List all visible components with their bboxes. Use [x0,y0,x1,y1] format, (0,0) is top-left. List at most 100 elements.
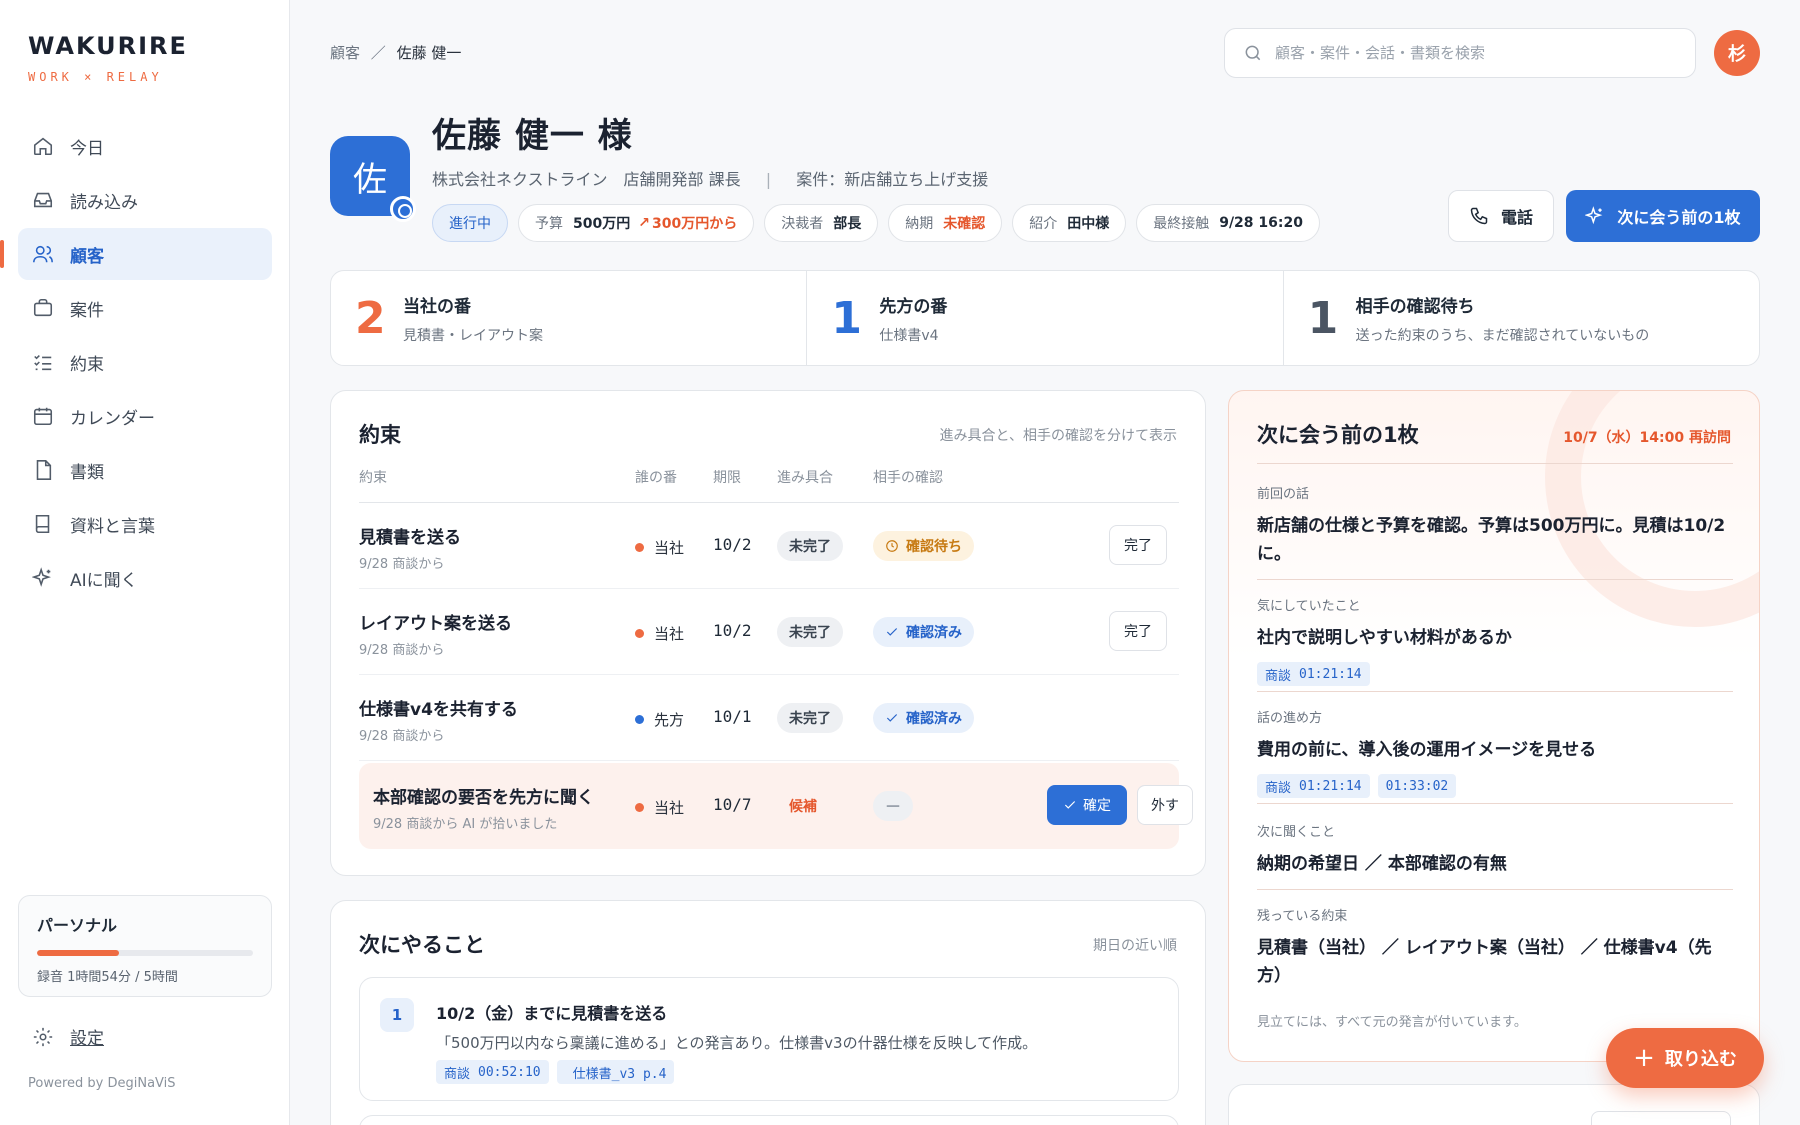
promise-who: 当社 [635,537,684,558]
summary-our-turn[interactable]: 2 当社の番 見積書・レイアウト案 [331,271,808,365]
promise-title: 本部確認の要否を先方に聞く [373,788,594,808]
briefcase-icon [33,298,53,317]
complete-button[interactable]: 完了 [1109,525,1167,565]
decider-chip: 決裁者 部長 [764,204,879,242]
brief-text: 見積書（当社） ／ レイアウト案（当社） ／ 仕様書v4（先方） [1257,938,1712,986]
promise-title: 仕様書v4を共有する [359,700,518,720]
calendar-icon [33,407,53,426]
customer-chips: 進行中 予算 500万円 ↗ 300万円から 決裁者 部長 納期 未確認 紹介 … [432,204,1320,242]
sidebar-item-customers[interactable]: 顧客 [0,228,272,280]
sidebar-item-materials[interactable]: 資料と言葉 [18,498,272,550]
next-brief-button[interactable]: 次に会う前の1枚 [1566,190,1760,242]
progress-badge: 未完了 [777,617,843,647]
import-fab-button[interactable]: + 取り込む [1606,1028,1764,1088]
promise-due: 10/1 [713,707,752,726]
tag-timestamp: 01:33:02 [1385,778,1449,794]
brief-text: 新店舗の仕様と予算を確認。予算は500万円に。見積は10/2に。 [1257,516,1726,564]
sidebar-item-today[interactable]: 今日 [18,120,272,172]
lower-card-button[interactable] [1591,1111,1731,1125]
promise-who: 当社 [635,623,684,644]
table-row[interactable]: 仕様書v4を共有する 9/28 商談から 先方 10/1 未完了 確認済み [359,675,1179,761]
budget-label: 予算 [535,216,563,232]
source-tag[interactable]: 商談 01:21:14 [1257,662,1370,686]
summary-title: 相手の確認待ち [1355,296,1475,317]
source-tag[interactable]: 商談 00:52:10 [436,1060,549,1084]
brief-tags: 商談 01:21:14 [1257,662,1733,686]
sidebar-item-documents[interactable]: 書類 [18,444,272,496]
sidebar-item-ask-ai[interactable]: AIに聞く [18,552,272,604]
sidebar-item-import[interactable]: 読み込み [18,174,272,226]
settings-link[interactable]: 設定 [32,1024,104,1049]
divider [1257,889,1733,890]
summary-sub: 送った約束のうち、まだ確認されていないもの [1355,327,1650,344]
breadcrumb-current: 佐藤 健一 [396,44,462,62]
brief-section-next-questions: 次に聞くこと 納期の希望日 ／ 本部確認の有無 [1257,821,1733,878]
summary-count: 1 [1307,292,1339,344]
last-contact-chip: 最終接触 9/28 16:20 [1136,204,1320,242]
confirm-badge: 確認待ち [873,531,974,561]
sidebar-item-calendar[interactable]: カレンダー [18,390,272,442]
powered-by: Powered by DegiNaViS [28,1076,176,1091]
plan-card[interactable]: パーソナル 録音 1時間54分 / 5時間 [18,895,272,997]
sidebar-item-label: 約束 [70,354,104,375]
sparkle-icon [32,567,51,587]
table-row[interactable]: レイアウト案を送る 9/28 商談から 当社 10/2 未完了 確認済み 完了 [359,589,1179,675]
remove-button[interactable]: 外す [1137,785,1193,825]
sidebar-nav: 今日 読み込み 顧客 案件 約束 カレンダー 書類 資料と言葉 AIに聞く [0,120,272,606]
summary-awaiting-confirmation[interactable]: 1 相手の確認待ち 送った約束のうち、まだ確認されていないもの [1284,271,1759,365]
tag-timestamp: 01:21:14 [1299,666,1362,682]
promise-source: 9/28 商談から [359,557,445,572]
clock-icon [886,540,898,552]
search-input[interactable] [1275,44,1675,62]
search-box[interactable] [1224,28,1696,78]
gear-icon [33,1027,53,1046]
due-label: 納期 [905,216,934,232]
call-button[interactable]: 電話 [1448,190,1554,242]
table-row[interactable]: 見積書を送る 9/28 商談から 当社 10/2 未完了 確認待ち 完了 [359,503,1179,589]
todo-item-title: 10/2（金）までに見積書を送る [436,1004,668,1023]
sidebar-item-projects[interactable]: 案件 [18,282,272,334]
customer-project[interactable]: 案件：新店舗立ち上げ支援 [796,170,988,189]
source-tag[interactable]: 商談 01:21:14 [1257,774,1370,798]
breadcrumb-parent[interactable]: 顧客 [330,44,360,62]
summary-count: 2 [355,292,386,344]
users-icon [33,245,53,263]
column-header: 誰の番 [635,470,677,486]
confirm-label: 確認済み [906,625,962,641]
brief-label: 次に聞くこと [1257,825,1336,840]
owner-dot-icon [635,803,644,812]
logo[interactable]: WAKURIRE WORK × RELAY [28,32,188,84]
complete-button[interactable]: 完了 [1109,611,1167,651]
breadcrumb: 顧客 ／ 佐藤 健一 [330,42,461,63]
sidebar-item-label: 今日 [70,138,104,159]
list-item[interactable] [359,1115,1179,1125]
last-contact-label: 最終接触 [1153,216,1210,232]
progress-badge: 未完了 [777,531,843,561]
customer-name: 佐藤 健一 様 [432,116,633,156]
status-dot-icon [390,196,416,222]
user-avatar[interactable]: 杉 [1714,30,1760,76]
plan-title: パーソナル [37,916,118,935]
document-icon [36,460,52,480]
column-header: 期限 [713,470,741,486]
brief-label: 気にしていたこと [1257,599,1361,614]
confirm-badge: 確認済み [873,703,974,733]
source-tag[interactable]: 01:33:02 [1377,774,1457,798]
tag-timestamp: 00:52:10 [478,1064,541,1080]
brief-label: 残っている約束 [1257,909,1348,924]
sidebar: WAKURIRE WORK × RELAY 今日 読み込み 顧客 案件 約束 カ… [0,0,290,1125]
sidebar-item-promises[interactable]: 約束 [18,336,272,388]
summary-their-turn[interactable]: 1 先方の番 仕様書v4 [807,271,1284,365]
checklist-icon [34,355,52,371]
home-icon [33,137,53,156]
usage-progress-bar [37,950,253,956]
promise-due: 10/7 [713,795,752,814]
table-row-candidate[interactable]: 本部確認の要否を先方に聞く 9/28 商談から AI が拾いました 当社 10/… [359,763,1193,849]
customer-company: 株式会社ネクストライン 店舗開発部 課長 [432,170,741,189]
list-item[interactable]: 1 10/2（金）までに見積書を送る 「500万円以内なら稟議に進める」との発言… [359,977,1179,1101]
meta-separator: | [765,170,772,189]
status-badge: 進行中 [432,204,508,242]
document-tag[interactable]: 仕様書_v3 p.4 [556,1060,675,1084]
summary-strip: 2 当社の番 見積書・レイアウト案 1 先方の番 仕様書v4 1 相手の確認待ち… [330,270,1760,366]
confirm-button[interactable]: 確定 [1047,785,1127,825]
